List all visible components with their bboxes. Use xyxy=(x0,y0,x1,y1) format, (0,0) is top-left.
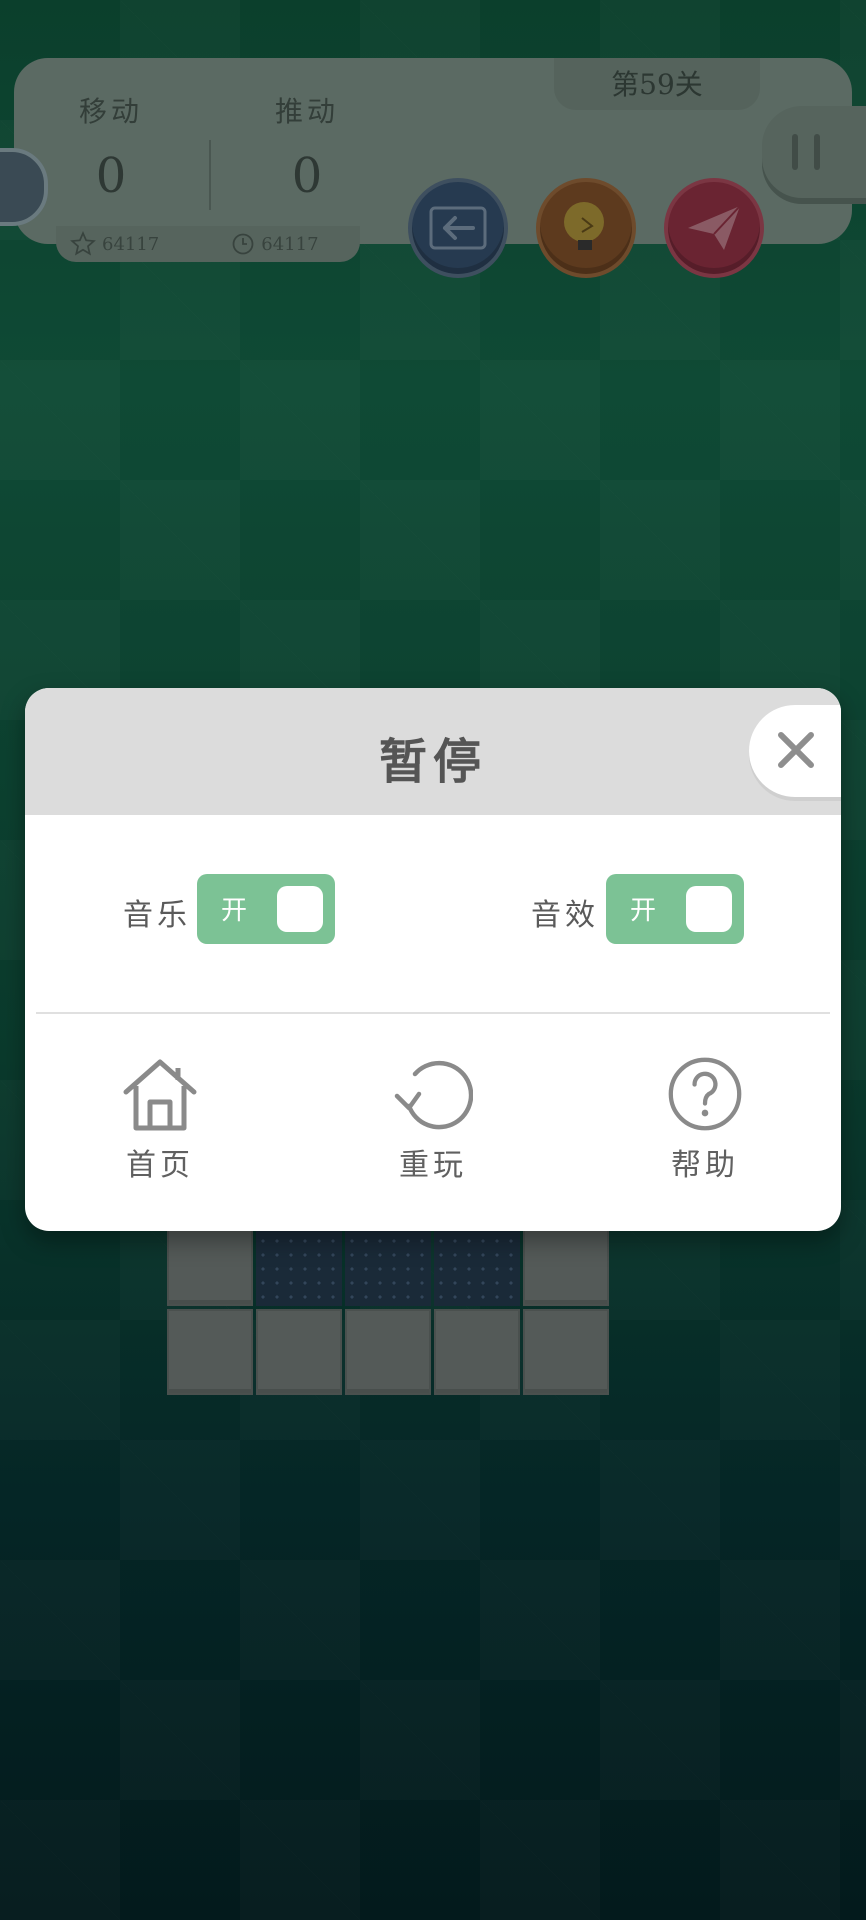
toggle-knob xyxy=(277,886,323,932)
time-record: 64117 xyxy=(261,233,319,255)
toggle-knob xyxy=(686,886,732,932)
floor-tile xyxy=(345,1309,431,1395)
moves-counter: 移动 0 xyxy=(36,90,186,204)
star-icon xyxy=(70,231,96,256)
star-record: 64117 xyxy=(102,233,160,255)
replay-label: 重玩 xyxy=(399,1148,467,1183)
music-toggle-state: 开 xyxy=(221,896,248,926)
floor-tile xyxy=(256,1309,342,1395)
floor-tile xyxy=(167,1309,253,1395)
moves-value: 0 xyxy=(95,148,127,204)
wall-tile xyxy=(434,1220,520,1306)
share-button[interactable] xyxy=(664,178,764,278)
floor-tile xyxy=(523,1220,609,1306)
close-button[interactable] xyxy=(749,705,841,797)
sfx-toggle-state: 开 xyxy=(630,896,657,926)
dialog-title: 暂停 xyxy=(378,734,487,790)
replay-button[interactable]: 重玩 xyxy=(363,1056,503,1184)
clock-icon xyxy=(232,233,254,255)
dialog-divider xyxy=(36,1012,830,1014)
wall-tile xyxy=(256,1220,342,1306)
house-icon xyxy=(123,1059,197,1131)
game-board xyxy=(167,1220,610,1396)
question-icon xyxy=(668,1057,742,1131)
records-bar: 64117 64117 xyxy=(56,226,360,262)
music-label: 音乐 xyxy=(123,898,191,933)
replay-icon xyxy=(394,1060,473,1130)
pushes-value: 0 xyxy=(291,148,323,204)
undo-button[interactable] xyxy=(408,178,508,278)
close-icon xyxy=(778,732,814,768)
lightbulb-icon xyxy=(564,202,604,250)
home-label: 首页 xyxy=(126,1148,194,1183)
music-toggle[interactable]: 开 xyxy=(197,874,335,944)
floor-tile xyxy=(167,1220,253,1306)
wall-tile xyxy=(345,1220,431,1306)
moves-label: 移动 xyxy=(78,95,143,128)
level-indicator: 第59关 xyxy=(554,58,760,110)
pushes-label: 推动 xyxy=(274,95,339,128)
pause-button[interactable] xyxy=(762,106,866,198)
home-button[interactable]: 首页 xyxy=(90,1056,230,1184)
sfx-toggle[interactable]: 开 xyxy=(606,874,744,944)
pause-dialog: 暂停 音乐 开 音效 开 首页 重玩 帮助 xyxy=(25,688,841,1231)
stat-divider xyxy=(209,140,211,210)
floor-tile xyxy=(434,1309,520,1395)
help-button[interactable]: 帮助 xyxy=(635,1056,775,1184)
paper-plane-icon xyxy=(688,205,741,250)
back-arrow-icon xyxy=(429,206,487,250)
hint-button[interactable] xyxy=(536,178,636,278)
help-label: 帮助 xyxy=(671,1148,739,1183)
floor-tile xyxy=(523,1309,609,1395)
pushes-counter: 推动 0 xyxy=(232,90,382,204)
sfx-label: 音效 xyxy=(531,898,599,933)
